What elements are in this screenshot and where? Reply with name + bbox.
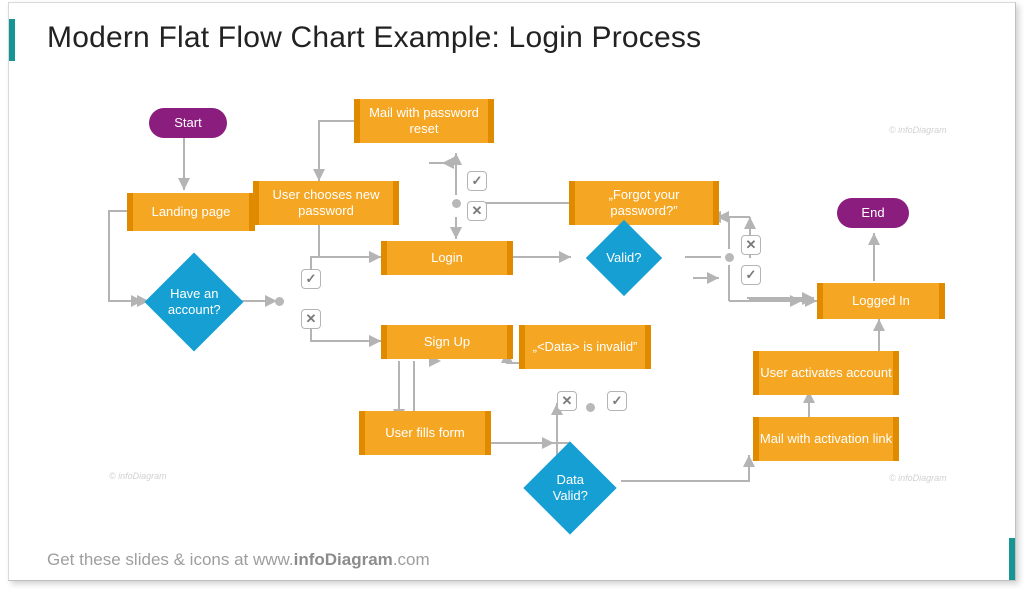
no-icon: ✕: [557, 391, 577, 411]
process-signup: Sign Up: [381, 325, 513, 359]
yes-icon: ✓: [607, 391, 627, 411]
footer-caption: Get these slides & icons at www.infoDiag…: [47, 550, 430, 570]
process-login: Login: [381, 241, 513, 275]
flowchart-canvas: Start End Landing page Mail with passwor…: [9, 3, 1015, 580]
branch-dot: [452, 199, 461, 208]
decision-valid-label: Valid?: [606, 250, 641, 266]
yes-icon: ✓: [467, 171, 487, 191]
no-icon: ✕: [741, 235, 761, 255]
process-logged-in: Logged In: [817, 283, 945, 319]
no-icon: ✕: [467, 201, 487, 221]
footer-text: Get these slides & icons at: [47, 550, 253, 569]
process-fills-form: User fills form: [359, 411, 491, 455]
decision-have-account: Have an account?: [145, 253, 244, 352]
watermark: © infoDiagram: [889, 473, 947, 483]
process-data-invalid: „<Data> is invalid”: [519, 325, 651, 369]
footer-domain-pre: www.: [253, 550, 294, 569]
process-landing: Landing page: [127, 193, 255, 231]
terminal-start: Start: [149, 108, 227, 138]
yes-icon: ✓: [741, 265, 761, 285]
process-forgot-password-label: „Forgot your password?”: [575, 187, 713, 218]
terminal-start-label: Start: [174, 115, 201, 131]
process-signup-label: Sign Up: [424, 334, 470, 350]
process-new-password: User chooses new password: [253, 181, 399, 225]
process-activate: User activates account: [753, 351, 899, 395]
footer-domain-bold: infoDiagram: [294, 550, 393, 569]
terminal-end-label: End: [861, 205, 884, 221]
process-landing-label: Landing page: [152, 204, 231, 220]
branch-dot: [275, 297, 284, 306]
process-mail-activation-label: Mail with activation link: [760, 431, 892, 447]
terminal-end: End: [837, 198, 909, 228]
watermark: © infoDiagram: [889, 125, 947, 135]
process-logged-in-label: Logged In: [852, 293, 910, 309]
branch-dot: [586, 403, 595, 412]
yes-icon: ✓: [301, 269, 321, 289]
process-activate-label: User activates account: [760, 365, 892, 381]
decision-valid: Valid?: [586, 220, 662, 296]
branch-dot: [725, 253, 734, 262]
process-data-invalid-label: „<Data> is invalid”: [533, 339, 638, 355]
no-icon: ✕: [301, 309, 321, 329]
process-forgot-password: „Forgot your password?”: [569, 181, 719, 225]
decision-have-account-label: Have an account?: [159, 286, 229, 317]
process-mail-reset-label: Mail with password reset: [360, 105, 488, 136]
process-login-label: Login: [431, 250, 463, 266]
process-new-password-label: User chooses new password: [259, 187, 393, 218]
decision-data-valid-label: Data Valid?: [537, 472, 603, 503]
decision-data-valid: Data Valid?: [523, 441, 616, 534]
slide-frame: Modern Flat Flow Chart Example: Login Pr…: [8, 2, 1016, 581]
process-mail-reset: Mail with password reset: [354, 99, 494, 143]
watermark: © infoDiagram: [109, 471, 167, 481]
process-fills-form-label: User fills form: [385, 425, 464, 441]
process-mail-activation: Mail with activation link: [753, 417, 899, 461]
footer-domain-suf: .com: [393, 550, 430, 569]
